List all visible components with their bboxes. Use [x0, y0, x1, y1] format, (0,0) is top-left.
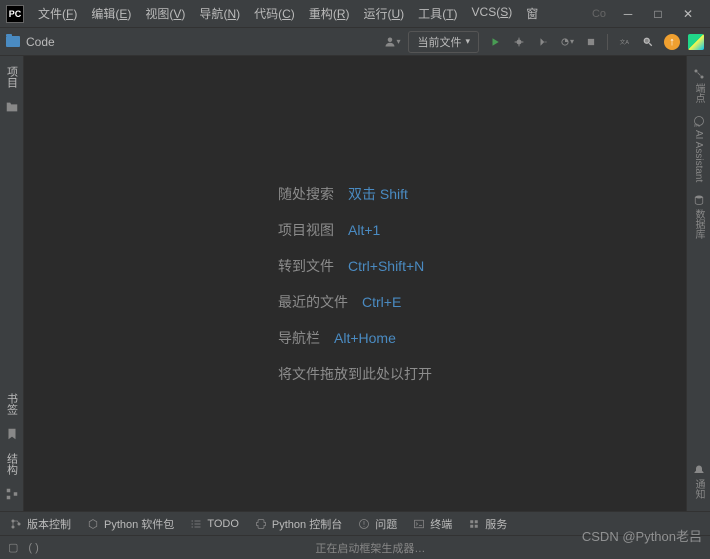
- run-button[interactable]: [487, 34, 503, 50]
- hint-nav-bar: 导航栏Alt+Home: [278, 328, 432, 348]
- notifications-tab[interactable]: 通知: [689, 458, 708, 505]
- minimize-button[interactable]: ─: [622, 8, 634, 20]
- svg-text:@: @: [693, 123, 699, 127]
- right-sidebar: 端点 @AI Assistant 数据库 通知: [686, 56, 710, 511]
- main-toolbar: Code ▾ 当前文件 ▾ ▾ 文A ↑: [0, 28, 710, 56]
- menu-run[interactable]: 运行(U): [357, 3, 410, 24]
- menu-view[interactable]: 视图(V): [139, 3, 191, 24]
- project-name[interactable]: Code: [26, 35, 55, 49]
- menu-refactor[interactable]: 重构(R): [303, 3, 356, 24]
- main-area: 项目 书签 结构 随处搜索双击 Shift 项目视图Alt+1 转到文件Ctrl…: [0, 56, 710, 511]
- coverage-button[interactable]: ▾: [559, 34, 575, 50]
- menu-tools[interactable]: 工具(T): [412, 3, 463, 24]
- window-controls: ─ □ ✕: [612, 8, 704, 20]
- menu-code[interactable]: 代码(C): [248, 3, 301, 24]
- search-placeholder[interactable]: Co: [586, 8, 612, 20]
- endpoints-tab[interactable]: 端点: [689, 62, 708, 109]
- todo-tab[interactable]: TODO: [190, 518, 239, 530]
- left-sidebar: 项目 书签 结构: [0, 56, 24, 511]
- services-tab[interactable]: 服务: [468, 516, 507, 532]
- hint-drop-files: 将文件拖放到此处以打开: [278, 364, 432, 384]
- structure-tab[interactable]: 结构: [2, 447, 22, 481]
- hint-project-view: 项目视图Alt+1: [278, 220, 432, 240]
- run-configuration-select[interactable]: 当前文件 ▾: [408, 31, 479, 53]
- project-folder-icon: [6, 36, 20, 47]
- project-tab[interactable]: 项目: [2, 60, 22, 94]
- close-button[interactable]: ✕: [682, 8, 694, 20]
- hint-search-everywhere: 随处搜索双击 Shift: [278, 184, 432, 204]
- status-message: 正在启动框架生成器…: [39, 540, 702, 556]
- titlebar: PC 文件(F) 编辑(E) 视图(V) 导航(N) 代码(C) 重构(R) 运…: [0, 0, 710, 28]
- search-icon[interactable]: [640, 34, 656, 50]
- menu-vcs[interactable]: VCS(S): [466, 3, 519, 24]
- menu-window[interactable]: 窗: [520, 3, 544, 24]
- python-packages-tab[interactable]: Python 软件包: [87, 516, 174, 532]
- tool-window-toggle-icon[interactable]: ▢: [8, 541, 18, 554]
- stop-button[interactable]: [583, 34, 599, 50]
- user-icon[interactable]: ▾: [384, 34, 400, 50]
- translate-icon[interactable]: 文A: [616, 34, 632, 50]
- menu-navigate[interactable]: 导航(N): [193, 3, 246, 24]
- jetbrains-icon[interactable]: [688, 34, 704, 50]
- debug-button[interactable]: [511, 34, 527, 50]
- bookmarks-tab[interactable]: 书签: [2, 387, 22, 421]
- main-menu: 文件(F) 编辑(E) 视图(V) 导航(N) 代码(C) 重构(R) 运行(U…: [32, 3, 586, 24]
- statusbar: ▢ ( ) 正在启动框架生成器…: [0, 535, 710, 559]
- update-badge[interactable]: ↑: [664, 34, 680, 50]
- app-logo: PC: [6, 5, 24, 23]
- menu-edit[interactable]: 编辑(E): [85, 3, 137, 24]
- project-folder-icon[interactable]: [5, 100, 19, 114]
- ai-assistant-tab[interactable]: @AI Assistant: [691, 109, 707, 188]
- editor-area[interactable]: 随处搜索双击 Shift 项目视图Alt+1 转到文件Ctrl+Shift+N …: [24, 56, 686, 511]
- menu-file[interactable]: 文件(F): [32, 3, 83, 24]
- hint-goto-file: 转到文件Ctrl+Shift+N: [278, 256, 432, 276]
- maximize-button[interactable]: □: [652, 8, 664, 20]
- version-control-tab[interactable]: 版本控制: [10, 516, 71, 532]
- empty-state-hints: 随处搜索双击 Shift 项目视图Alt+1 转到文件Ctrl+Shift+N …: [278, 184, 432, 384]
- structure-icon[interactable]: [5, 487, 19, 501]
- database-tab[interactable]: 数据库: [689, 188, 708, 245]
- more-run-button[interactable]: [535, 34, 551, 50]
- terminal-tab[interactable]: 终端: [413, 516, 452, 532]
- problems-tab[interactable]: 问题: [358, 516, 397, 532]
- bottom-toolbar: 版本控制 Python 软件包 TODO Python 控制台 问题 终端 服务: [0, 511, 710, 535]
- hint-recent-files: 最近的文件Ctrl+E: [278, 292, 432, 312]
- status-indicator: ( ): [28, 542, 38, 554]
- bookmark-icon[interactable]: [5, 427, 19, 441]
- python-console-tab[interactable]: Python 控制台: [255, 516, 342, 532]
- svg-text:文A: 文A: [620, 37, 629, 45]
